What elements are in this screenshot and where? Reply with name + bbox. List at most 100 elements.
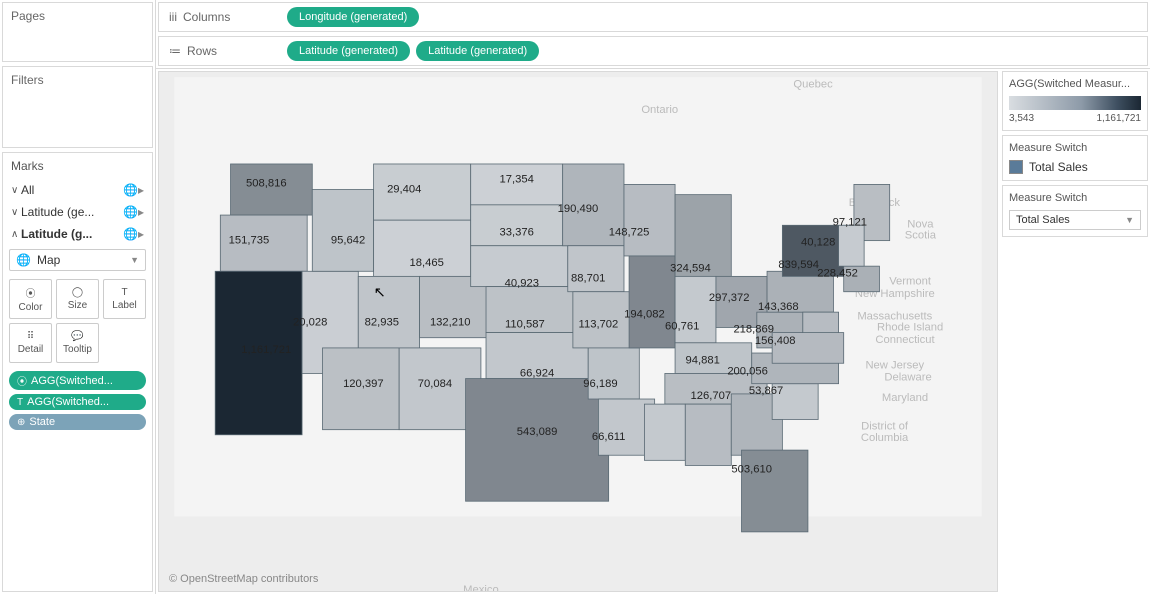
chevron-down-icon: ▼: [1125, 215, 1134, 225]
state-mississippi[interactable]: [644, 404, 685, 460]
swatch-icon: [1009, 160, 1023, 174]
measure-switch-parameter: Measure Switch Total Sales▼: [1002, 185, 1148, 237]
basemap-label: Massachusetts: [857, 310, 932, 322]
rows-label: Rows: [187, 44, 217, 58]
basemap-label: Vermont: [889, 276, 932, 288]
state-new-hampshire[interactable]: [839, 225, 865, 266]
geo-role-icon[interactable]: 🌐▸: [123, 205, 144, 219]
detail-icon: ⠿: [27, 331, 34, 342]
state-value-label: 33,376: [499, 227, 533, 239]
state-south-dakota[interactable]: [471, 205, 563, 246]
caret-icon: ∨: [11, 185, 21, 196]
marks-detail-button[interactable]: ⠿Detail: [9, 323, 52, 363]
layer-label: Latitude (g...: [21, 227, 123, 241]
marks-pill[interactable]: TAGG(Switched...: [9, 394, 146, 410]
marks-panel: Marks ∨All🌐▸∨Latitude (ge...🌐▸∧Latitude …: [2, 152, 153, 592]
pill-label: State: [29, 416, 55, 428]
ms-legend-value: Total Sales: [1029, 160, 1088, 174]
marks-label-button[interactable]: TLabel: [103, 279, 146, 319]
marks-layer-row[interactable]: ∨Latitude (ge...🌐▸: [3, 201, 152, 223]
marks-tooltip-button[interactable]: 💬Tooltip: [56, 323, 99, 363]
legend-max: 1,161,721: [1097, 113, 1142, 124]
shelf-pill[interactable]: Longitude (generated): [287, 7, 419, 27]
marks-color-button[interactable]: ⦿Color: [9, 279, 52, 319]
marks-layer-row[interactable]: ∧Latitude (g...🌐▸: [3, 223, 152, 245]
state-illinois[interactable]: [629, 256, 675, 348]
state-wisconsin[interactable]: [624, 184, 675, 256]
marks-pill[interactable]: ⦿AGG(Switched...: [9, 371, 146, 390]
pages-panel[interactable]: Pages: [2, 2, 153, 62]
state-texas[interactable]: [466, 379, 609, 502]
state-arkansas[interactable]: [588, 348, 639, 399]
state-value-label: 82,935: [365, 316, 399, 328]
basemap-label: Delaware: [884, 372, 931, 384]
rows-icon: ≔: [169, 44, 181, 58]
main-area: iiiColumns Longitude (generated) ≔ Rows L…: [156, 0, 1150, 594]
shelf-pill[interactable]: Latitude (generated): [287, 41, 410, 61]
pill-icon: ⦿: [17, 373, 27, 388]
state-value-label: 20,028: [293, 316, 327, 328]
pill-icon: ⊕: [17, 417, 25, 428]
state-value-label: 113,702: [579, 318, 619, 330]
marks-layer-row[interactable]: ∨All🌐▸: [3, 179, 152, 201]
state-value-label: 126,707: [691, 390, 732, 402]
columns-label: Columns: [183, 10, 230, 24]
layer-label: All: [21, 183, 123, 197]
state-alabama[interactable]: [685, 404, 731, 465]
basemap-label: Mexico: [463, 584, 499, 592]
state-iowa[interactable]: [568, 246, 624, 292]
state-value-label: 218,869: [733, 324, 774, 336]
basemap-label: Ontario: [641, 104, 678, 116]
state-washington[interactable]: [231, 164, 313, 215]
state-value-label: 543,089: [517, 426, 558, 438]
left-sidebar: Pages Filters Marks ∨All🌐▸∨Latitude (ge.…: [0, 0, 156, 594]
geo-role-icon[interactable]: 🌐▸: [123, 183, 144, 197]
state-value-label: 297,372: [709, 292, 750, 304]
state-value-label: 66,924: [520, 368, 554, 380]
caret-icon: ∨: [11, 207, 21, 218]
basemap-label: Rhode Island: [877, 322, 943, 334]
shelf-pill[interactable]: Latitude (generated): [416, 41, 539, 61]
ms-param-value: Total Sales: [1016, 214, 1070, 226]
basemap-label: Nova: [907, 218, 934, 230]
pages-title: Pages: [3, 3, 152, 29]
state-value-label: 40,128: [801, 237, 835, 249]
state-maryland[interactable]: [803, 312, 839, 332]
geo-role-icon[interactable]: 🌐▸: [123, 227, 144, 241]
color-legend-card[interactable]: AGG(Switched Measur... 3,5431,161,721: [1002, 71, 1148, 131]
map-attribution: © OpenStreetMap contributors: [169, 573, 318, 585]
cursor-icon: ↖: [374, 285, 386, 301]
state-value-label: 53,867: [749, 385, 783, 397]
state-value-label: 151,735: [229, 235, 270, 247]
columns-shelf[interactable]: iiiColumns Longitude (generated): [158, 2, 1148, 32]
state-value-label: 324,594: [670, 262, 711, 274]
state-idaho[interactable]: [312, 190, 373, 272]
state-value-label: 94,881: [685, 354, 719, 366]
state-florida[interactable]: [742, 450, 808, 532]
state-value-label: 17,354: [499, 173, 533, 185]
pill-label: AGG(Switched...: [27, 396, 109, 408]
map-svg: OntarioQuebecNewBrunswickNovaScotiaVermo…: [159, 72, 997, 592]
basemap-label: District of: [861, 421, 909, 433]
map-viz[interactable]: OntarioQuebecNewBrunswickNovaScotiaVermo…: [158, 71, 998, 592]
state-indiana[interactable]: [675, 276, 716, 342]
marks-pill[interactable]: ⊕ State: [9, 414, 146, 430]
state-utah[interactable]: [358, 276, 419, 348]
legend-title: AGG(Switched Measur...: [1009, 78, 1141, 90]
marks-size-button[interactable]: ◯Size: [56, 279, 99, 319]
mark-type-dropdown[interactable]: 🌐 Map ▼: [9, 249, 146, 271]
state-value-label: 40,923: [505, 278, 539, 290]
rows-shelf[interactable]: ≔ Rows Latitude (generated) Latitude (gene…: [158, 36, 1148, 66]
caret-icon: ∧: [11, 229, 21, 240]
measure-switch-dropdown[interactable]: Total Sales ▼: [1009, 210, 1141, 230]
size-icon: ◯: [72, 287, 83, 298]
basemap-label: Scotia: [905, 230, 937, 242]
state-value-label: 110,587: [505, 318, 545, 330]
mark-type-label: Map: [37, 253, 60, 267]
filters-panel[interactable]: Filters: [2, 66, 153, 148]
basemap-label: New Jersey: [865, 359, 924, 371]
state-value-label: 70,084: [418, 378, 452, 390]
measure-switch-legend[interactable]: Measure Switch Total Sales: [1002, 135, 1148, 181]
map-icon: 🌐: [16, 253, 31, 267]
state-value-label: 95,642: [331, 235, 365, 247]
